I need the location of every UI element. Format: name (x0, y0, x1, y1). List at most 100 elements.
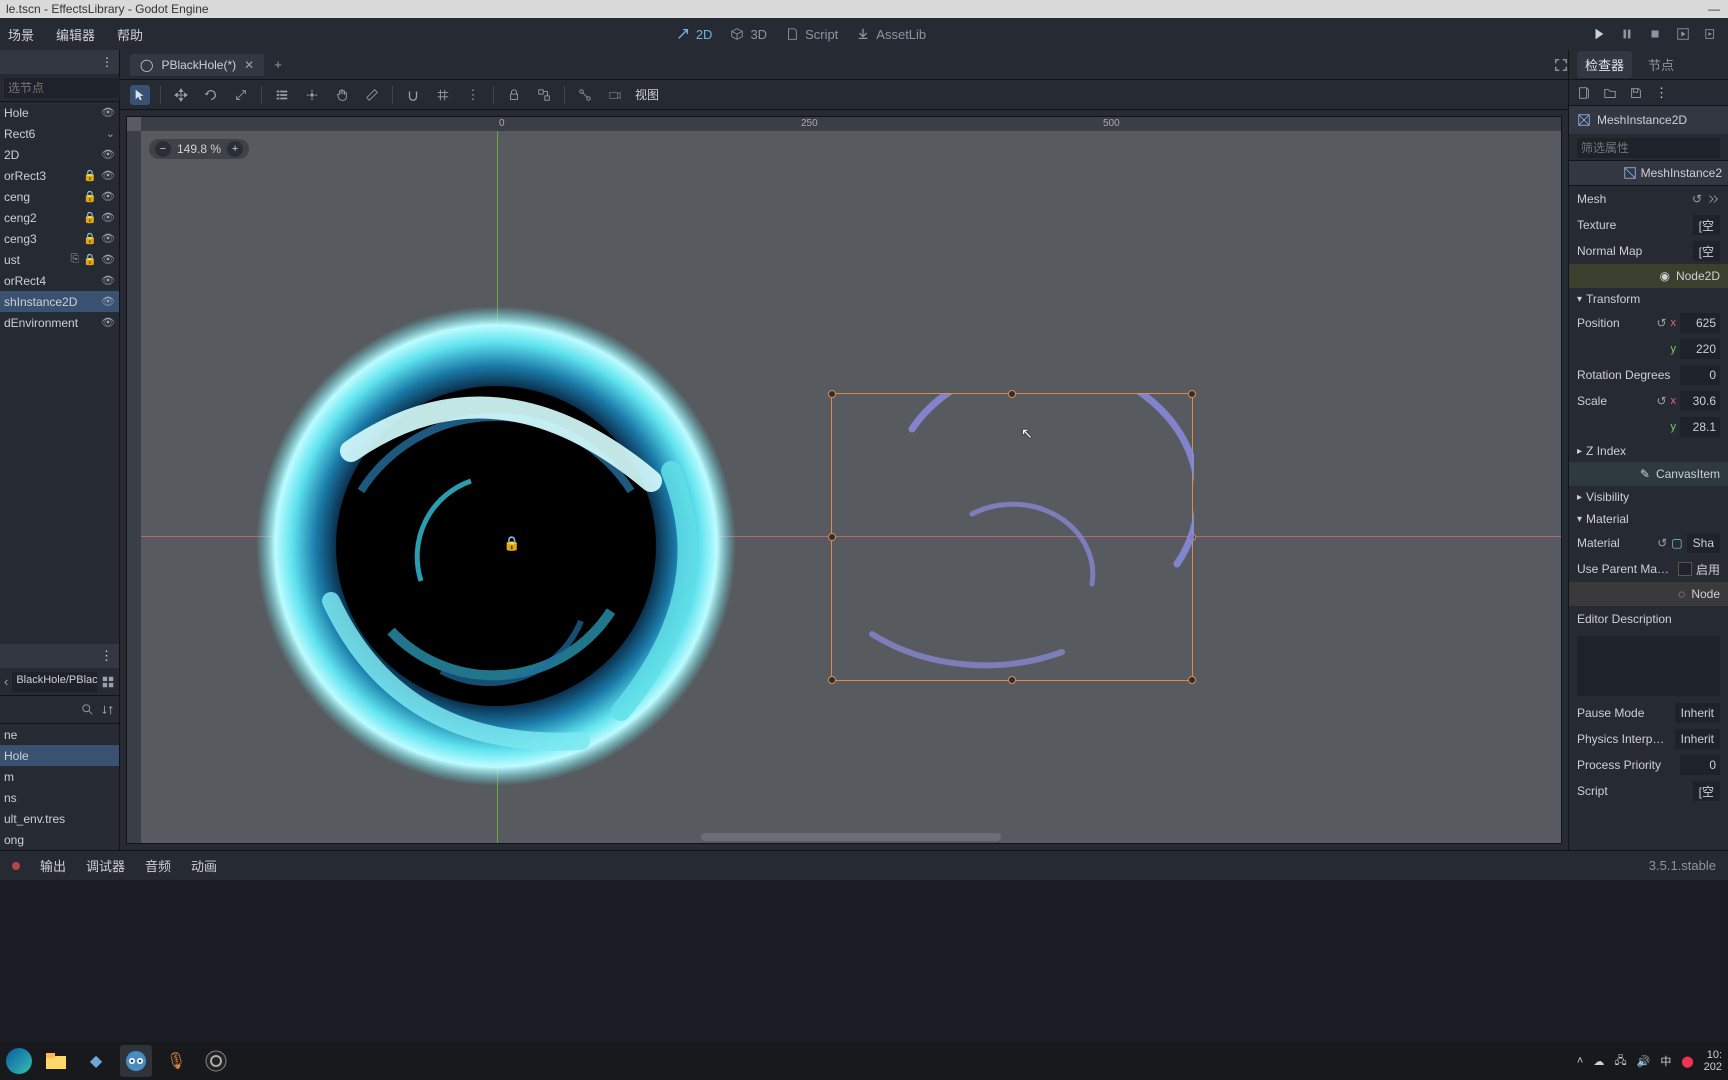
taskbar-edge-icon[interactable] (6, 1048, 32, 1074)
scene-tree-node[interactable]: ceng2🔒👁 (0, 207, 119, 228)
zoom-text[interactable]: 149.8 % (177, 142, 221, 156)
stop-button[interactable] (1648, 27, 1662, 41)
reset-icon[interactable]: ↺ (1692, 192, 1702, 206)
tab-animation[interactable]: 动画 (191, 856, 217, 875)
menu-scene[interactable]: 场景 (8, 25, 34, 44)
resize-handle-nw[interactable] (828, 390, 836, 398)
lock-icon[interactable]: 🔒 (83, 232, 97, 245)
rotation-input[interactable] (1680, 365, 1720, 385)
taskbar-godot-icon[interactable] (120, 1045, 152, 1077)
file-item[interactable]: ns (0, 787, 119, 808)
position-x-input[interactable] (1680, 313, 1720, 333)
file-item[interactable]: ong (0, 829, 119, 850)
taskbar-mic-icon[interactable]: 🎙 (160, 1045, 192, 1077)
visibility-icon[interactable]: 👁 (101, 274, 115, 287)
normalmap-picker[interactable]: [空 (1693, 241, 1720, 261)
tab-audio[interactable]: 音频 (145, 856, 171, 875)
workspace-script[interactable]: Script (785, 27, 838, 42)
inspected-object[interactable]: MeshInstance2D (1569, 106, 1728, 134)
scene-tree-node[interactable]: dEnvironment👁 (0, 312, 119, 333)
resize-handle-ne[interactable] (1188, 390, 1196, 398)
back-icon[interactable]: ‹ (4, 674, 8, 689)
taskbar-app1-icon[interactable]: ◆ (80, 1045, 112, 1077)
scene-tree-node[interactable]: Hole👁 (0, 102, 119, 123)
visibility-icon[interactable]: 👁 (101, 106, 115, 119)
play-scene-button[interactable] (1676, 27, 1690, 41)
visibility-icon[interactable]: 👁 (101, 169, 115, 182)
class-breadcrumb[interactable]: MeshInstance2 (1569, 160, 1728, 186)
menu-editor[interactable]: 编辑器 (56, 25, 95, 44)
fold-zindex[interactable]: ▸Z Index (1569, 440, 1728, 462)
bone-icon[interactable] (575, 85, 595, 105)
tab-debugger[interactable]: 调试器 (86, 856, 125, 875)
script-picker[interactable]: [空 (1693, 781, 1720, 801)
sort-icon[interactable] (101, 703, 115, 717)
visibility-icon[interactable]: 👁 (101, 295, 115, 308)
play-button[interactable] (1592, 27, 1606, 41)
window-minimize-icon[interactable]: — (1688, 2, 1728, 16)
visibility-icon[interactable]: 👁 (101, 232, 115, 245)
scene-panel-menu[interactable]: ⋮ (0, 50, 119, 74)
tray-cloud-icon[interactable]: ☁ (1593, 1055, 1604, 1068)
pause-button[interactable] (1620, 27, 1634, 41)
lock-icon[interactable]: 🔒 (83, 253, 97, 266)
editor-description-input[interactable] (1577, 636, 1720, 696)
horizontal-scrollbar[interactable] (701, 833, 1001, 841)
workspace-2d[interactable]: 2D (676, 27, 713, 42)
instance-icon[interactable]: ⎘ (71, 253, 80, 266)
canvas-content[interactable]: 🔒 ↖ (141, 131, 1561, 843)
grid-snap-icon[interactable] (433, 85, 453, 105)
visibility-icon[interactable]: 👁 (101, 190, 115, 203)
lock-icon[interactable]: 🔒 (83, 190, 97, 203)
selection-box[interactable] (831, 393, 1193, 681)
scene-tree-node[interactable]: ceng3🔒👁 (0, 228, 119, 249)
pause-mode-select[interactable]: Inherit (1675, 703, 1720, 723)
resize-handle-e[interactable] (1188, 533, 1196, 541)
reset-icon[interactable]: ↺ (1656, 316, 1666, 330)
save-resource-icon[interactable] (1629, 86, 1643, 100)
group-icon[interactable] (534, 85, 554, 105)
pivot-tool-icon[interactable] (302, 85, 322, 105)
view-menu[interactable]: 视图 (635, 86, 659, 103)
pan-tool-icon[interactable] (332, 85, 352, 105)
distraction-free-icon[interactable] (1554, 58, 1568, 72)
filesystem-panel-menu[interactable]: ⋮ (0, 644, 119, 668)
rotate-tool-icon[interactable] (201, 85, 221, 105)
scene-tree[interactable]: Hole👁Rect6⌄2D👁orRect3🔒👁ceng🔒👁ceng2🔒👁ceng… (0, 102, 119, 333)
resize-handle-n[interactable] (1008, 390, 1016, 398)
new-tab-button[interactable]: + (274, 57, 282, 72)
scale-tool-icon[interactable] (231, 85, 251, 105)
zoom-in-button[interactable]: + (227, 141, 243, 157)
resize-handle-s[interactable] (1008, 676, 1016, 684)
history-icon[interactable]: ⋮ (1655, 85, 1668, 101)
priority-input[interactable] (1680, 755, 1720, 775)
file-item[interactable]: m (0, 766, 119, 787)
scene-tree-node[interactable]: orRect3🔒👁 (0, 165, 119, 186)
reset-icon[interactable]: ↺ (1657, 536, 1667, 550)
file-item[interactable]: ne (0, 724, 119, 745)
snap-options-icon[interactable]: ⋮ (463, 85, 483, 105)
list-select-icon[interactable] (272, 85, 292, 105)
lock-icon[interactable]: 🔒 (83, 211, 97, 224)
workspace-3d[interactable]: 3D (730, 27, 767, 42)
inspector-filter-input[interactable] (1577, 138, 1720, 158)
section-canvasitem[interactable]: ✎ CanvasItem (1569, 462, 1728, 486)
scene-tree-node[interactable]: ust⎘🔒👁 (0, 249, 119, 270)
material-picker[interactable]: Sha (1687, 533, 1720, 553)
play-custom-button[interactable] (1704, 27, 1718, 41)
system-tray[interactable]: ˄ ☁ 🖧 🔊 中 ⬤ 10: 202 (1577, 1049, 1722, 1073)
file-item[interactable]: ult_env.tres (0, 808, 119, 829)
visibility-icon[interactable]: 👁 (101, 253, 115, 266)
zoom-out-button[interactable]: − (155, 141, 171, 157)
section-node2d[interactable]: ◉ Node2D (1569, 264, 1728, 288)
tray-clock[interactable]: 10: 202 (1704, 1049, 1722, 1073)
resize-handle-se[interactable] (1188, 676, 1196, 684)
visibility-icon[interactable]: 👁 (101, 148, 115, 161)
canvas-viewport[interactable]: 0 250 500 (126, 116, 1562, 844)
workspace-assetlib[interactable]: AssetLib (856, 27, 926, 42)
tab-inspector[interactable]: 检查器 (1577, 51, 1632, 78)
section-node[interactable]: ◌ Node (1569, 582, 1728, 606)
script-open-icon[interactable]: ⌄ (106, 127, 115, 140)
taskbar-obs-icon[interactable] (200, 1045, 232, 1077)
tab-output[interactable]: 输出 (40, 856, 66, 875)
